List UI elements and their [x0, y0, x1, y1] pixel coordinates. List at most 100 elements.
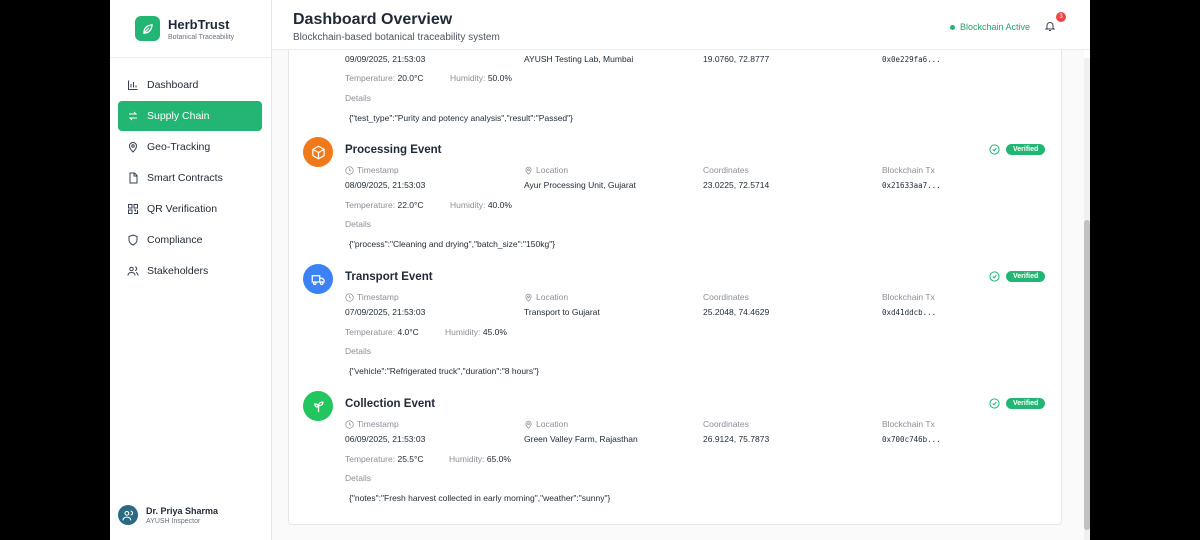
- sidebar-item-label: Supply Chain: [147, 110, 210, 122]
- sidebar-item-label: Dashboard: [147, 79, 199, 91]
- sidebar-item-dashboard[interactable]: Dashboard: [118, 70, 262, 100]
- event-humidity: Humidity: 50.0%: [450, 73, 512, 83]
- event-temperature: Temperature: 4.0°C: [345, 327, 419, 337]
- event-humidity: Humidity: 40.0%: [450, 200, 512, 210]
- map-pin-icon: [525, 293, 532, 302]
- avatar: [118, 505, 138, 525]
- box-icon: [303, 137, 333, 167]
- sidebar-nav: Dashboard Supply Chain Geo-Tracking Smar…: [118, 70, 262, 287]
- event-title: Collection Event: [345, 398, 436, 410]
- sidebar-item-label: Smart Contracts: [147, 172, 223, 184]
- check-circle-icon: [989, 398, 1000, 409]
- event-tx-hash[interactable]: 0x21633aa7...: [882, 181, 941, 190]
- sidebar-item-geo-tracking[interactable]: Geo-Tracking: [118, 132, 262, 162]
- event-timeline-card: 09/09/2025, 21:53:03 AYUSH Testing Lab, …: [288, 50, 1062, 525]
- event-temperature: Temperature: 20.0°C: [345, 73, 424, 83]
- sidebar-item-stakeholders[interactable]: Stakeholders: [118, 256, 262, 286]
- coordinates-label: Coordinates: [703, 292, 749, 302]
- map-pin-icon: [126, 141, 139, 154]
- blockchain-status-label: Blockchain Active: [960, 22, 1031, 32]
- event-location: Ayur Processing Unit, Gujarat: [524, 180, 636, 190]
- event-location: AYUSH Testing Lab, Mumbai: [524, 54, 634, 64]
- timestamp-label: Timestamp: [345, 292, 399, 302]
- leaf-icon: [135, 16, 160, 41]
- map-pin-icon: [525, 166, 532, 175]
- location-label: Location: [524, 419, 568, 429]
- event-location: Green Valley Farm, Rajasthan: [524, 434, 638, 444]
- page-subtitle: Blockchain-based botanical traceability …: [293, 32, 500, 43]
- users-icon: [126, 265, 139, 278]
- event-temperature: Temperature: 25.5°C: [345, 454, 424, 464]
- event-details-json: {"vehicle":"Refrigerated truck","duratio…: [349, 366, 539, 376]
- event-coordinates: 19.0760, 72.8777: [703, 54, 770, 64]
- sidebar-item-label: Geo-Tracking: [147, 141, 211, 153]
- verified-badge: Verified: [1006, 398, 1046, 409]
- event-timestamp: 08/09/2025, 21:53:03: [345, 180, 426, 190]
- details-label: Details: [345, 473, 371, 483]
- main-content[interactable]: 09/09/2025, 21:53:03 AYUSH Testing Lab, …: [272, 50, 1084, 540]
- verified-badge: Verified: [1006, 271, 1046, 282]
- status-dot-icon: [950, 24, 955, 30]
- brand: HerbTrust Botanical Traceability: [110, 0, 271, 58]
- timestamp-label: Timestamp: [345, 419, 399, 429]
- event-title: Processing Event: [345, 144, 442, 156]
- verified-badge: Verified: [1006, 144, 1046, 155]
- sidebar: HerbTrust Botanical Traceability Dashboa…: [110, 0, 272, 540]
- event-coordinates: 23.0225, 72.5714: [703, 180, 770, 190]
- truck-icon: [303, 264, 333, 294]
- event-humidity: Humidity: 65.0%: [449, 454, 511, 464]
- top-header: Dashboard Overview Blockchain-based bota…: [272, 0, 1090, 50]
- map-pin-icon: [525, 420, 532, 429]
- sidebar-item-supply-chain[interactable]: Supply Chain: [118, 101, 262, 131]
- event-temperature: Temperature: 22.0°C: [345, 200, 424, 210]
- blockchain-status: Blockchain Active: [950, 22, 1030, 32]
- location-label: Location: [524, 165, 568, 175]
- details-label: Details: [345, 219, 371, 229]
- vertical-scrollbar[interactable]: [1084, 58, 1090, 540]
- event-coordinates: 26.9124, 75.7873: [703, 434, 770, 444]
- sidebar-item-label: QR Verification: [147, 203, 218, 215]
- blockchain-tx-label: Blockchain Tx: [882, 292, 935, 302]
- verified-status: Verified: [989, 271, 1046, 282]
- coordinates-label: Coordinates: [703, 419, 749, 429]
- user-role: AYUSH Inspector: [146, 517, 201, 525]
- blockchain-tx-label: Blockchain Tx: [882, 419, 935, 429]
- verified-status: Verified: [989, 398, 1046, 409]
- shield-icon: [126, 234, 139, 247]
- notification-badge: 3: [1056, 12, 1066, 22]
- user-name: Dr. Priya Sharma: [146, 505, 219, 516]
- bell-icon[interactable]: [1044, 19, 1058, 33]
- sidebar-item-label: Compliance: [147, 234, 203, 246]
- sidebar-item-smart-contracts[interactable]: Smart Contracts: [118, 163, 262, 193]
- user-profile[interactable]: Dr. Priya Sharma AYUSH Inspector: [118, 505, 218, 525]
- event-timestamp: 07/09/2025, 21:53:03: [345, 307, 426, 317]
- event-tx-hash[interactable]: 0x700c746b...: [882, 435, 941, 444]
- page-title: Dashboard Overview: [293, 11, 453, 28]
- document-icon: [126, 172, 139, 185]
- sidebar-item-label: Stakeholders: [147, 265, 209, 277]
- sprout-icon: [303, 391, 333, 421]
- sidebar-item-compliance[interactable]: Compliance: [118, 225, 262, 255]
- details-label: Details: [345, 93, 371, 103]
- blockchain-tx-label: Blockchain Tx: [882, 165, 935, 175]
- check-circle-icon: [989, 144, 1000, 155]
- sidebar-item-qr-verification[interactable]: QR Verification: [118, 194, 262, 224]
- details-label: Details: [345, 346, 371, 356]
- brand-subtitle: Botanical Traceability: [168, 33, 235, 41]
- event-title: Transport Event: [345, 271, 433, 283]
- swap-arrows-icon: [126, 110, 139, 123]
- clock-icon: [345, 419, 354, 429]
- verified-status: Verified: [989, 144, 1046, 155]
- location-label: Location: [524, 292, 568, 302]
- bar-chart-icon: [126, 79, 139, 92]
- event-tx-hash[interactable]: 0xd41ddcb...: [882, 308, 936, 317]
- event-details-json: {"notes":"Fresh harvest collected in ear…: [349, 493, 611, 503]
- app-window: HerbTrust Botanical Traceability Dashboa…: [110, 0, 1090, 540]
- event-timestamp: 09/09/2025, 21:53:03: [345, 54, 426, 64]
- event-humidity: Humidity: 45.0%: [445, 327, 507, 337]
- scrollbar-thumb[interactable]: [1084, 220, 1090, 530]
- event-tx-hash[interactable]: 0x0e229fa6...: [882, 55, 941, 64]
- coordinates-label: Coordinates: [703, 165, 749, 175]
- event-details-json: {"process":"Cleaning and drying","batch_…: [349, 239, 556, 249]
- qr-code-icon: [126, 203, 139, 216]
